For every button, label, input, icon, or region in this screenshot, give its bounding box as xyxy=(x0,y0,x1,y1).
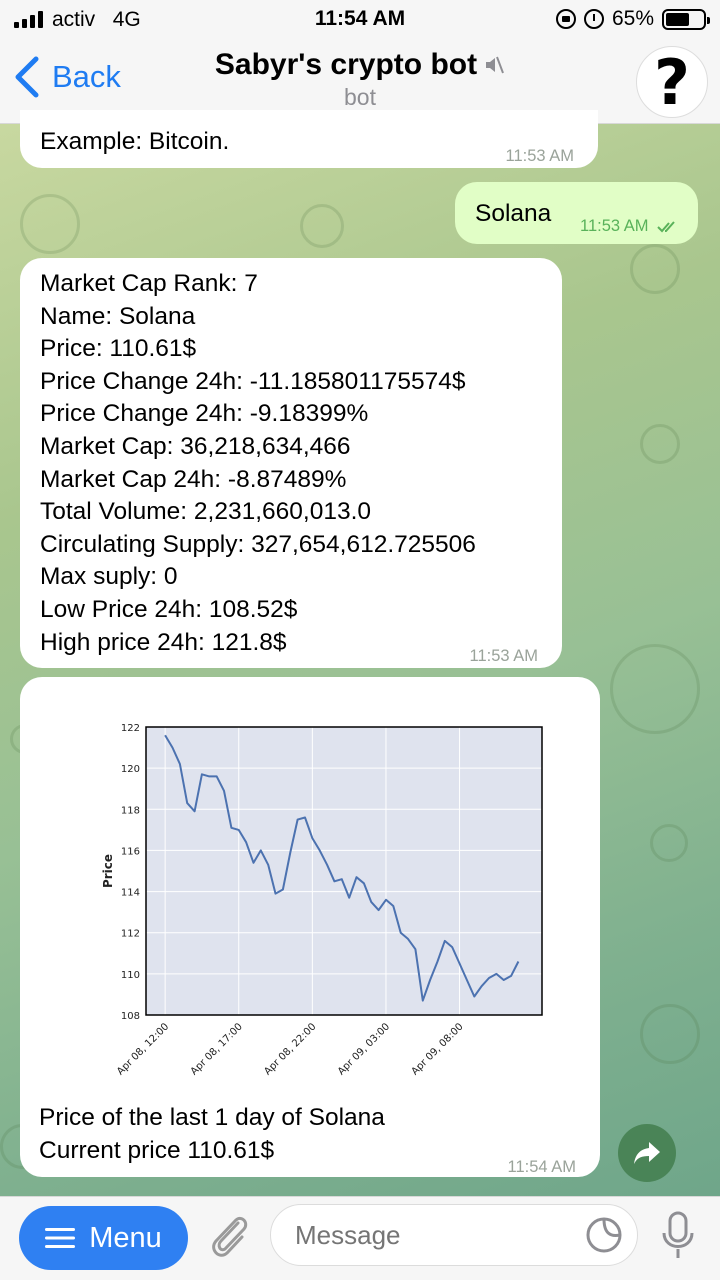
chart-ytick-label: 118 xyxy=(121,805,140,816)
sticker-icon[interactable] xyxy=(584,1215,624,1255)
avatar-glyph: ? xyxy=(654,45,690,119)
coin-info-line: Price: 110.61$ xyxy=(40,335,197,363)
message-time: 11:54 AM xyxy=(507,1158,577,1176)
chart-ytick-label: 112 xyxy=(121,929,140,940)
chart-xtick-label: Apr 09, 03:00 xyxy=(336,1021,392,1077)
coin-info-line: Name: Solana xyxy=(40,302,196,330)
chart-ytick-label: 110 xyxy=(121,970,140,981)
chart-ytick-label: 116 xyxy=(121,846,140,857)
battery-icon xyxy=(662,8,710,30)
caption-line: Price of the last 1 day of Solana xyxy=(39,1104,385,1131)
message-input[interactable] xyxy=(270,1204,638,1266)
message-incoming[interactable]: Example: Bitcoin. 11:53 AM xyxy=(20,110,598,168)
coin-info-line: Max suply: 0 xyxy=(40,563,178,591)
menu-button[interactable]: Menu xyxy=(19,1206,188,1270)
message-time: 11:53 AM xyxy=(469,647,539,665)
chart-xtick-label: Apr 08, 12:00 xyxy=(115,1021,171,1077)
chat-subtitle: bot xyxy=(344,84,376,110)
message-time-text: 11:53 AM xyxy=(580,217,649,235)
chart-plot-area xyxy=(146,727,542,1015)
input-bar: Menu xyxy=(0,1196,720,1280)
coin-info-line: Market Cap: 36,218,634,466 xyxy=(40,432,351,460)
menu-label: Menu xyxy=(89,1221,162,1254)
alarm-icon xyxy=(583,9,604,29)
menu-icon xyxy=(45,1228,76,1248)
caption-line: Current price 110.61$ xyxy=(39,1136,275,1164)
coin-info-line: Market Cap 24h: -8.87489% xyxy=(40,465,347,493)
battery-percent: 65% xyxy=(611,7,654,30)
chat-title-block[interactable]: Sabyr's crypto bot bot xyxy=(0,48,720,111)
rotation-lock-icon xyxy=(555,9,576,29)
chart-ytick-label: 108 xyxy=(121,1011,140,1022)
status-bar: activ 4G 11:54 AM 65% xyxy=(0,0,720,40)
price-chart: 108 110 112 114 116 118 120 122 Apr 08, 12:00 Apr… xyxy=(101,723,543,1077)
coin-info-line: Circulating Supply: 327,654,612.725506 xyxy=(40,530,476,558)
forward-button[interactable] xyxy=(618,1124,676,1182)
chart-ytick-label: 120 xyxy=(121,764,140,775)
status-right: 65% xyxy=(555,7,710,31)
message-chart[interactable]: 108 110 112 114 116 118 120 122 Apr 08, 12:00 Apr… xyxy=(20,677,600,1177)
chart-xtick-label: Apr 08, 22:00 xyxy=(262,1021,318,1077)
coin-info-lines: Market Cap Rank: 7 Name: Solana Price: 110… xyxy=(40,268,542,659)
message-text: Example: Bitcoin. xyxy=(40,128,230,155)
read-check-icon xyxy=(657,220,675,233)
coin-info-line: Total Volume: 2,231,660,013.0 xyxy=(40,498,372,526)
message-time: 11:53 AM xyxy=(505,147,575,165)
microphone-icon[interactable] xyxy=(660,1211,696,1261)
avatar[interactable]: ? xyxy=(636,45,708,119)
coin-info-line: Market Cap Rank: 7 xyxy=(40,270,258,297)
message-coin-info[interactable]: Market Cap Rank: 7 Name: Solana Price: 110… xyxy=(20,258,562,668)
chart-ytick-label: 122 xyxy=(121,723,140,734)
coin-info-line: Price Change 24h: -9.18399% xyxy=(40,400,369,428)
chart-caption: Price of the last 1 day of Solana Curren… xyxy=(39,1102,385,1167)
coin-info-line: Low Price 24h: 108.52$ xyxy=(40,595,298,623)
chat-title: Sabyr's crypto bot xyxy=(215,48,505,82)
coin-info-line: High price 24h: 121.8$ xyxy=(40,628,287,656)
muted-icon xyxy=(486,56,505,74)
chart-ylabel: Price xyxy=(101,854,115,888)
chart-ytick-label: 114 xyxy=(121,888,140,899)
attach-icon[interactable] xyxy=(208,1211,252,1261)
chart-xtick-label: Apr 09, 08:00 xyxy=(410,1021,466,1077)
coin-info-line: Price Change 24h: -11.185801175574$ xyxy=(40,367,466,395)
message-time: 11:53 AM xyxy=(580,210,679,243)
share-arrow-icon xyxy=(634,1142,660,1164)
chart-xtick-label: Apr 08, 17:00 xyxy=(189,1021,245,1077)
bot-name: Sabyr's crypto bot xyxy=(214,48,478,81)
message-outgoing[interactable]: Solana 11:53 AM xyxy=(455,182,698,244)
